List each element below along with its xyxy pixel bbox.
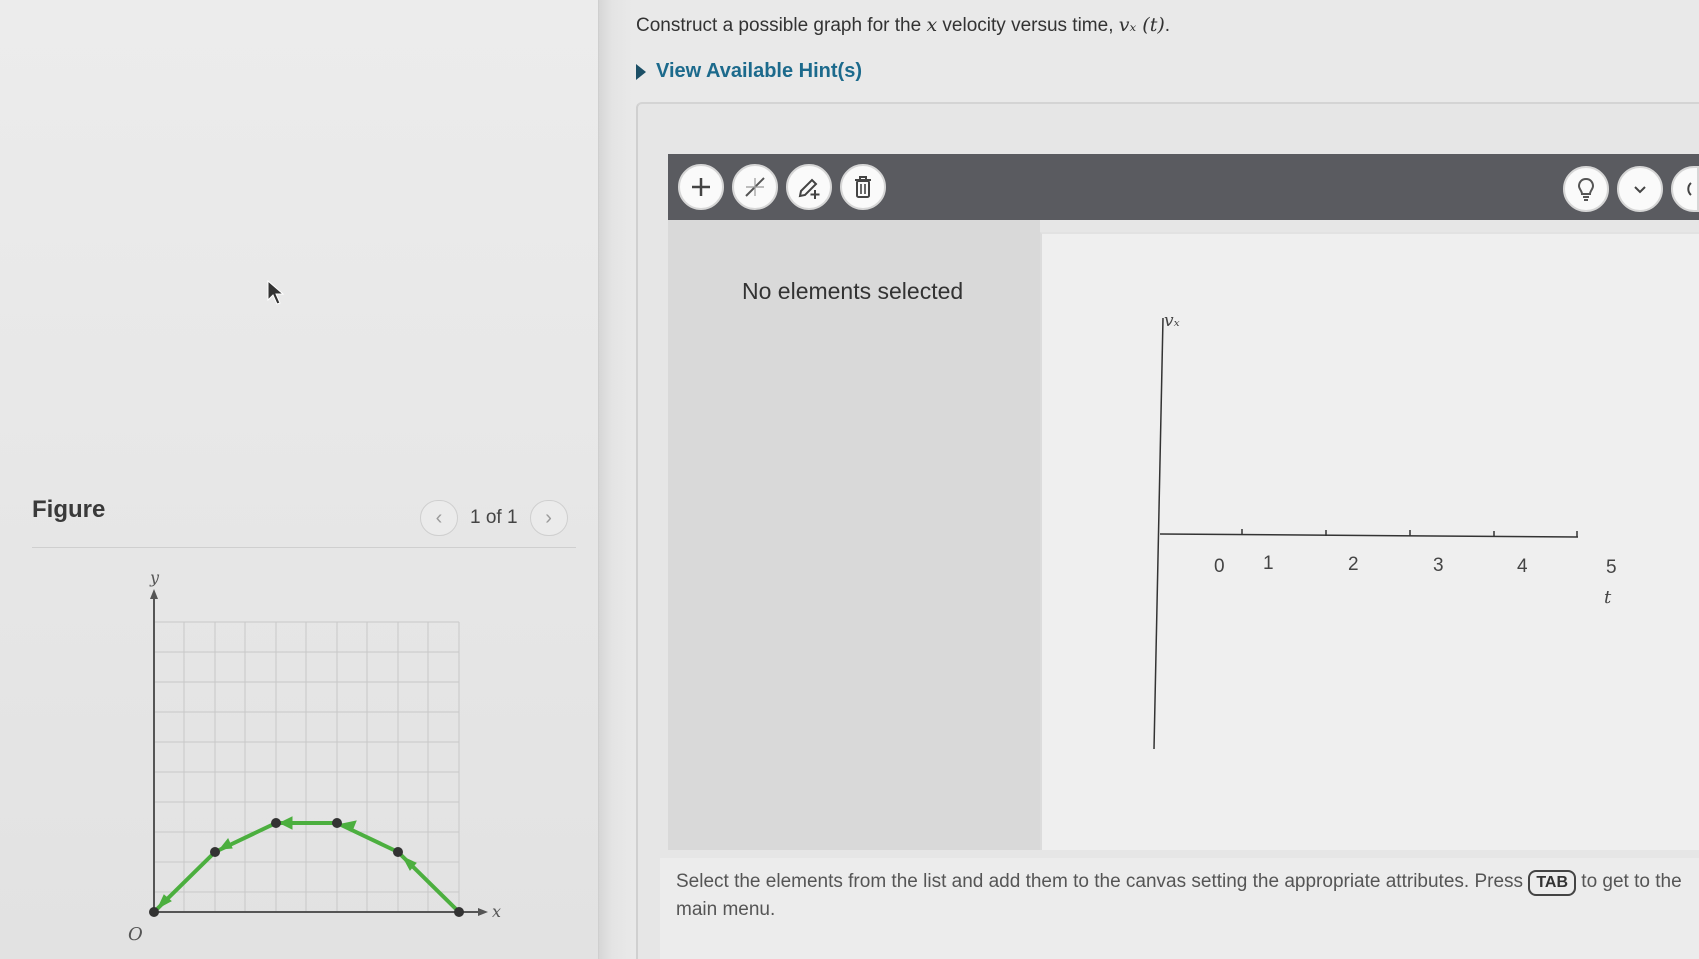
question-math-term: vₓ (t) xyxy=(1118,14,1165,36)
question-text-part: . xyxy=(1164,15,1171,36)
question-x-variable: x xyxy=(926,14,938,36)
t-axis-ticks xyxy=(1241,529,1578,537)
hint-button[interactable] xyxy=(1563,166,1609,212)
figure-divider xyxy=(32,547,576,548)
plus-icon xyxy=(692,178,710,196)
next-figure-button[interactable]: › xyxy=(529,500,568,536)
trajectory-figure: y x O xyxy=(128,568,501,945)
chevron-down-icon xyxy=(1634,186,1646,194)
view-hints-label: View Available Hint(s) xyxy=(656,60,862,82)
chevron-right-icon: › xyxy=(545,506,552,529)
add-point-tool-button[interactable] xyxy=(786,164,832,210)
vx-axis-label: vₓ xyxy=(1164,311,1180,331)
mouse-cursor-icon xyxy=(267,280,285,305)
instructions-part: Select the elements from the list and ad… xyxy=(676,871,1529,892)
no-selection-message: No elements selected xyxy=(742,278,964,304)
graph-canvas[interactable]: vₓ 0 1 2 3 4 5 t xyxy=(1040,232,1699,850)
trash-icon xyxy=(855,176,871,198)
y-axis-arrow-icon xyxy=(150,589,158,599)
figure-pager: ‹ 1 of 1 › xyxy=(420,500,568,536)
instructions-text: Select the elements from the list and ad… xyxy=(660,858,1699,959)
tick-label: 3 xyxy=(1433,555,1444,576)
reset-button[interactable] xyxy=(1671,166,1699,212)
x-axis-arrow-icon xyxy=(478,908,488,916)
caret-right-icon xyxy=(636,63,646,80)
question-text-part: Construct a possible graph for the xyxy=(636,15,927,36)
figure-origin-label: O xyxy=(128,924,143,945)
tick-label: 0 xyxy=(1214,556,1225,577)
tick-label: 2 xyxy=(1348,554,1359,575)
element-properties-panel: No elements selected xyxy=(668,220,1040,850)
figure-y-label: y xyxy=(149,568,160,587)
figure-x-label: x xyxy=(492,902,501,921)
slope-tool-button[interactable] xyxy=(732,164,778,210)
tab-key-badge: TAB xyxy=(1528,870,1577,896)
figure-heading: Figure xyxy=(32,496,106,523)
vx-t-axes: vₓ 0 1 2 3 4 5 t xyxy=(1153,311,1617,750)
tick-label: 1 xyxy=(1263,553,1274,574)
lightbulb-icon xyxy=(1577,177,1595,201)
graph-toolbar xyxy=(668,154,1699,220)
toolbar-right-group xyxy=(1563,166,1699,212)
add-element-button[interactable] xyxy=(678,164,724,210)
question-prompt: Construct a possible graph for the x vel… xyxy=(636,14,1170,37)
pencil-plus-icon xyxy=(798,178,820,199)
tick-label: 4 xyxy=(1517,556,1528,577)
tick-label: 5 xyxy=(1606,557,1617,578)
more-options-button[interactable] xyxy=(1617,166,1663,212)
prev-figure-button[interactable]: ‹ xyxy=(420,500,458,536)
view-hints-toggle[interactable]: View Available Hint(s) xyxy=(636,60,862,83)
pane-divider[interactable] xyxy=(598,0,632,959)
slope-line-icon xyxy=(745,177,765,197)
chevron-left-icon: ‹ xyxy=(435,506,443,529)
question-text-part: velocity versus time, xyxy=(937,15,1119,36)
refresh-icon xyxy=(1687,182,1692,196)
delete-element-button[interactable] xyxy=(840,164,886,210)
t-axis-label: t xyxy=(1604,587,1612,608)
pager-count: 1 of 1 xyxy=(470,507,518,528)
t-axis xyxy=(1159,533,1579,538)
